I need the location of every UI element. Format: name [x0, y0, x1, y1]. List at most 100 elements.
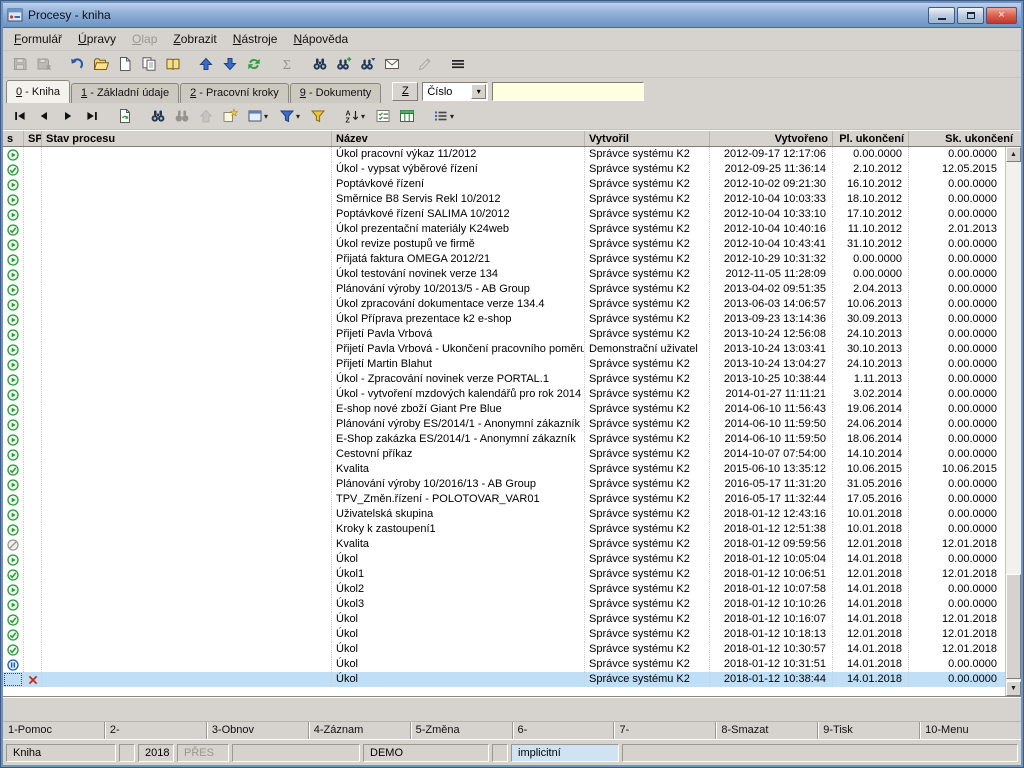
- process-row[interactable]: ÚkolSprávce systému K22018-01-12 10:18:1…: [3, 627, 1005, 642]
- process-row[interactable]: Přijetí Martin BlahutSprávce systému K22…: [3, 357, 1005, 372]
- fkey-1[interactable]: 1-Pomoc: [3, 722, 104, 739]
- z-filter-button[interactable]: Z: [392, 82, 418, 101]
- scroll-track[interactable]: [1006, 162, 1021, 681]
- process-row[interactable]: Plánování výroby 10/2013/5 - AB GroupSpr…: [3, 282, 1005, 297]
- maximize-button[interactable]: [957, 7, 984, 24]
- fkey-5[interactable]: 5-Změna: [410, 722, 512, 739]
- nav-nav-last-icon[interactable]: [80, 105, 103, 127]
- fkey-2[interactable]: 2-: [104, 722, 206, 739]
- process-row[interactable]: Úkol2Správce systému K22018-01-12 10:07:…: [3, 582, 1005, 597]
- process-row[interactable]: Směrnice B8 Servis Rekl 10/2012Správce s…: [3, 192, 1005, 207]
- process-row[interactable]: E-shop nové zboží Giant Pre BlueSprávce …: [3, 402, 1005, 417]
- nav-sort-icon[interactable]: AZ▾: [339, 105, 370, 127]
- toolbar-mail-icon[interactable]: [380, 53, 403, 75]
- close-button[interactable]: ×: [986, 7, 1017, 24]
- toolbar-copy-icon[interactable]: [137, 53, 160, 75]
- process-row[interactable]: Poptávkové řízení SALIMA 10/2012Správce …: [3, 207, 1005, 222]
- column-header-sk[interactable]: Sk. ukončení: [908, 131, 1021, 146]
- fkey-3[interactable]: 3-Obnov: [206, 722, 308, 739]
- fkey-7[interactable]: 7-: [613, 722, 715, 739]
- toolbar-new-doc-icon[interactable]: [113, 53, 136, 75]
- toolbar-menu-list-icon[interactable]: [446, 53, 469, 75]
- process-row[interactable]: Poptávkové řízeníSprávce systému K22012-…: [3, 177, 1005, 192]
- menu-nastroje[interactable]: Nástroje: [225, 29, 286, 49]
- nav-refresh-view-icon[interactable]: [113, 105, 136, 127]
- fkey-9[interactable]: 9-Tisk: [817, 722, 919, 739]
- process-row[interactable]: Úkol testování novinek verze 134Správce …: [3, 267, 1005, 282]
- process-row[interactable]: Cestovní příkazSprávce systému K22014-10…: [3, 447, 1005, 462]
- process-row[interactable]: Úkol - Zpracování novinek verze PORTAL.1…: [3, 372, 1005, 387]
- process-row[interactable]: Úkol revize postupů ve firměSprávce syst…: [3, 237, 1005, 252]
- column-header-s[interactable]: s: [3, 131, 23, 146]
- nav-checklist-icon[interactable]: [371, 105, 394, 127]
- combo-dropdown-icon[interactable]: ▾: [471, 84, 486, 99]
- process-row[interactable]: Úkol1Správce systému K22018-01-12 10:06:…: [3, 567, 1005, 582]
- column-header-sp[interactable]: SP: [23, 131, 41, 146]
- nav-view-config-icon[interactable]: ▾: [428, 105, 459, 127]
- scroll-up-icon[interactable]: ▲: [1006, 147, 1021, 162]
- column-header-nazev[interactable]: Název: [331, 131, 584, 146]
- nav-filter-icon[interactable]: ▾: [274, 105, 305, 127]
- tab-dokumenty[interactable]: 9 - Dokumenty: [290, 83, 382, 103]
- tab-kniha[interactable]: 0 - Kniha: [6, 80, 70, 103]
- menu-zobrazit[interactable]: Zobrazit: [165, 29, 224, 49]
- process-row[interactable]: ÚkolSprávce systému K22018-01-12 10:16:0…: [3, 612, 1005, 627]
- process-row[interactable]: KvalitaSprávce systému K22015-06-10 13:3…: [3, 462, 1005, 477]
- column-header-vytvoril[interactable]: Vytvořil: [584, 131, 709, 146]
- process-row[interactable]: ÚkolSprávce systému K22018-01-12 10:38:4…: [3, 672, 1005, 687]
- fkey-10[interactable]: 10-Menu: [919, 722, 1021, 739]
- fkey-8[interactable]: 8-Smazat: [715, 722, 817, 739]
- toolbar-find-add-icon[interactable]: [332, 53, 355, 75]
- nav-nav-first-icon[interactable]: [8, 105, 31, 127]
- process-row[interactable]: Plánování výroby 10/2016/13 - AB GroupSp…: [3, 477, 1005, 492]
- toolbar-find-next-icon[interactable]: [356, 53, 379, 75]
- toolbar-find-icon[interactable]: [308, 53, 331, 75]
- tab-zakladni-udaje[interactable]: 1 - Základní údaje: [71, 83, 179, 103]
- toolbar-move-down-icon[interactable]: [218, 53, 241, 75]
- tab-pracovni-kroky[interactable]: 2 - Pracovní kroky: [180, 83, 289, 103]
- toolbar-book-icon[interactable]: [161, 53, 184, 75]
- process-row[interactable]: Úkol - vytvoření mzdových kalendářů pro …: [3, 387, 1005, 402]
- process-row[interactable]: Úkol Příprava prezentace k2 e-shopSprávc…: [3, 312, 1005, 327]
- toolbar-move-up-icon[interactable]: [194, 53, 217, 75]
- nav-nav-prev-icon[interactable]: [32, 105, 55, 127]
- process-row[interactable]: E-Shop zakázka ES/2014/1 - Anonymní záka…: [3, 432, 1005, 447]
- toolbar-undo-icon[interactable]: [65, 53, 88, 75]
- process-row[interactable]: Přijatá faktura OMEGA 2012/21Správce sys…: [3, 252, 1005, 267]
- process-row[interactable]: Plánování výroby ES/2014/1 - Anonymní zá…: [3, 417, 1005, 432]
- process-row[interactable]: ÚkolSprávce systému K22018-01-12 10:30:5…: [3, 642, 1005, 657]
- fkey-6[interactable]: 6-: [512, 722, 614, 739]
- column-header-pl[interactable]: Pl. ukončení: [832, 131, 908, 146]
- process-row[interactable]: TPV_Změn.řízení - POLOTOVAR_VAR01Správce…: [3, 492, 1005, 507]
- nav-nav-next-icon[interactable]: [56, 105, 79, 127]
- scroll-down-icon[interactable]: ▼: [1006, 681, 1021, 696]
- process-row[interactable]: ÚkolSprávce systému K22018-01-12 10:31:5…: [3, 657, 1005, 672]
- nav-find-icon[interactable]: [146, 105, 169, 127]
- scroll-thumb[interactable]: [1006, 574, 1021, 679]
- column-header-stav[interactable]: Stav procesu: [41, 131, 331, 146]
- nav-actions-icon[interactable]: ▾: [242, 105, 273, 127]
- process-row[interactable]: Kroky k zastoupení1Správce systému K2201…: [3, 522, 1005, 537]
- menu-napoveda[interactable]: Nápověda: [285, 29, 356, 49]
- toolbar-refresh-icon[interactable]: [242, 53, 265, 75]
- nav-new-star-icon[interactable]: [218, 105, 241, 127]
- menu-formular[interactable]: Formulář: [6, 29, 70, 49]
- nav-filter-y-icon[interactable]: [306, 105, 329, 127]
- toolbar-open-icon[interactable]: [89, 53, 112, 75]
- process-row[interactable]: Uživatelská skupinaSprávce systému K2201…: [3, 507, 1005, 522]
- nav-excel-icon[interactable]: [395, 105, 418, 127]
- process-row[interactable]: Úkol zpracování dokumentace verze 134.4S…: [3, 297, 1005, 312]
- menu-upravy[interactable]: Úpravy: [70, 29, 124, 49]
- process-row[interactable]: ÚkolSprávce systému K22018-01-12 10:05:0…: [3, 552, 1005, 567]
- process-row[interactable]: Přijetí Pavla Vrbová - Ukončení pracovní…: [3, 342, 1005, 357]
- search-field-selector[interactable]: Číslo ▾: [422, 82, 488, 101]
- process-row[interactable]: KvalitaSprávce systému K22018-01-12 09:5…: [3, 537, 1005, 552]
- process-row[interactable]: Přijetí Pavla VrbováSprávce systému K220…: [3, 327, 1005, 342]
- process-row[interactable]: Úkol3Správce systému K22018-01-12 10:10:…: [3, 597, 1005, 612]
- process-row[interactable]: Úkol pracovní výkaz 11/2012Správce systé…: [3, 147, 1005, 162]
- vertical-scrollbar[interactable]: ▲ ▼: [1005, 147, 1021, 696]
- minimize-button[interactable]: [928, 7, 955, 24]
- quick-search-input[interactable]: [492, 82, 644, 101]
- process-row[interactable]: Úkol - vypsat výběrové řízeníSprávce sys…: [3, 162, 1005, 177]
- column-header-vytvoreno[interactable]: Vytvořeno: [709, 131, 832, 146]
